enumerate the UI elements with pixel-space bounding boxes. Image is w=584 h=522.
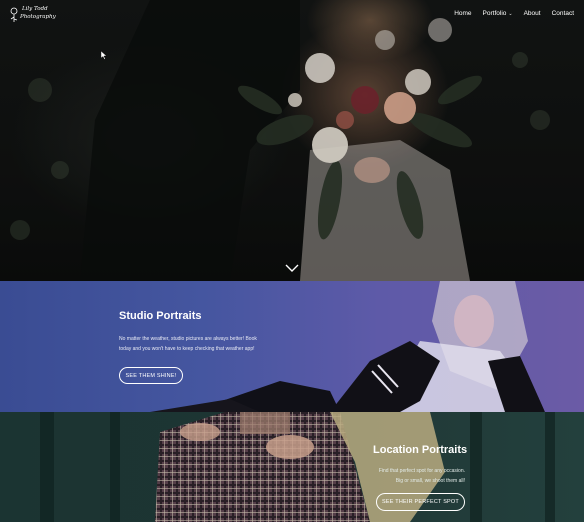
nav-item-home[interactable]: Home bbox=[454, 10, 471, 17]
hero-overlay bbox=[0, 0, 584, 281]
see-their-perfect-spot-button[interactable]: SEE THEIR PERFECT SPOT bbox=[376, 493, 465, 511]
location-portraits-section: Location Portraits Find that perfect spo… bbox=[0, 412, 584, 522]
studio-portraits-section: Studio Portraits No matter the weather, … bbox=[0, 281, 584, 412]
studio-portrait-photo bbox=[150, 281, 545, 412]
nav-item-about[interactable]: About bbox=[524, 10, 541, 17]
nav-label: About bbox=[523, 10, 541, 17]
flower-icon bbox=[10, 7, 18, 22]
page: Lily Todd Photography Home Portfolio ⌄ A… bbox=[0, 0, 584, 522]
see-them-shine-button[interactable]: SEE THEM SHINE! bbox=[119, 367, 183, 384]
chevron-down-icon[interactable] bbox=[285, 263, 299, 273]
location-portrait-photo bbox=[40, 412, 555, 522]
brand-logo[interactable]: Lily Todd Photography bbox=[8, 6, 56, 24]
nav-item-contact[interactable]: Contact bbox=[552, 10, 574, 17]
studio-description: No matter the weather, studio pictures a… bbox=[119, 336, 257, 352]
mouse-cursor-icon bbox=[101, 51, 107, 60]
chevron-down-icon: ⌄ bbox=[508, 10, 513, 17]
location-description: Find that perfect spot for any occasion.… bbox=[378, 468, 465, 484]
logo-text-line1: Lily Todd bbox=[22, 6, 48, 12]
nav-label: Home bbox=[454, 10, 472, 17]
studio-title: Studio Portraits bbox=[119, 310, 202, 322]
nav-label: Portfolio bbox=[482, 10, 507, 17]
nav-item-portfolio[interactable]: Portfolio ⌄ bbox=[483, 10, 513, 17]
main-nav: Home Portfolio ⌄ About Contact bbox=[454, 10, 574, 17]
logo-text-line2: Photography bbox=[20, 14, 56, 20]
nav-label: Contact bbox=[551, 10, 574, 17]
hero-section: Lily Todd Photography Home Portfolio ⌄ A… bbox=[0, 0, 584, 281]
location-title: Location Portraits bbox=[373, 444, 468, 456]
